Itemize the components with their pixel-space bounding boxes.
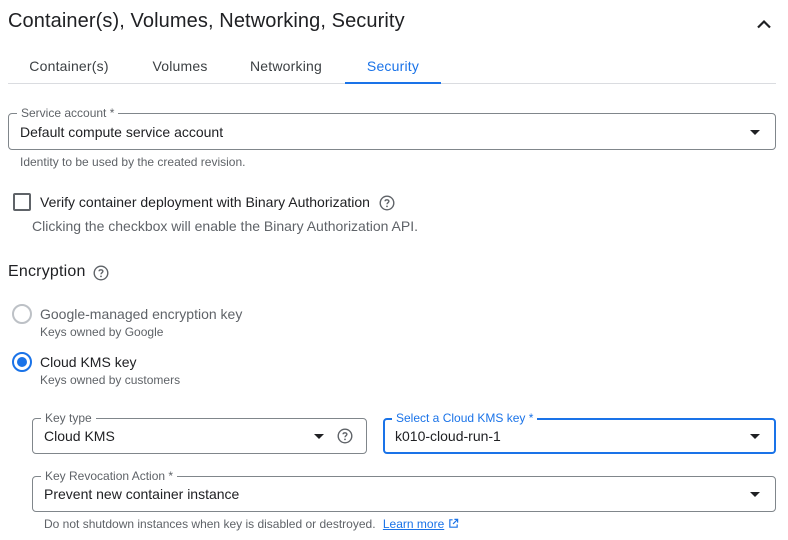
dropdown-arrow-icon [750,434,760,439]
key-type-value: Cloud KMS [44,428,115,444]
dropdown-arrow-icon [750,130,760,135]
cloud-kms-key-label: Cloud KMS key [40,354,137,370]
dropdown-arrow-icon [314,434,324,439]
tab-volumes[interactable]: Volumes [130,48,230,83]
service-account-hint: Identity to be used by the created revis… [20,155,246,169]
tab-networking[interactable]: Networking [230,48,342,83]
cloud-kms-key-sublabel: Keys owned by customers [40,373,181,387]
cloud-kms-key-radio[interactable] [12,352,32,372]
binary-authorization-checkbox[interactable] [13,193,31,211]
key-revocation-value: Prevent new container instance [44,486,240,502]
google-managed-key-radio[interactable] [12,304,32,324]
external-link-icon [448,518,458,528]
binary-authorization-hint: Clicking the checkbox will enable the Bi… [32,218,418,234]
service-account-value: Default compute service account [20,123,224,140]
key-type-help[interactable] [337,428,353,449]
cloud-kms-key-select[interactable]: Select a Cloud KMS key * k010-cloud-run-… [383,411,776,454]
encryption-heading: Encryption [8,263,86,280]
tab-bar: Container(s) Volumes Networking Security [8,48,776,84]
help-icon [379,195,395,211]
binary-authorization-help[interactable] [379,195,395,216]
help-icon [337,428,353,444]
help-icon [93,265,109,281]
chevron-up-icon [757,19,771,29]
key-revocation-select[interactable]: Key Revocation Action * Prevent new cont… [32,469,776,512]
section-title: Container(s), Volumes, Networking, Secur… [8,10,405,32]
cloud-kms-key-select-value: k010-cloud-run-1 [395,428,501,444]
service-account-select[interactable]: Service account * Default compute servic… [8,106,776,150]
encryption-help[interactable] [93,265,109,286]
key-type-select[interactable]: Key type Cloud KMS [32,411,367,454]
binary-authorization-label: Verify container deployment with Binary … [40,194,370,210]
learn-more-link[interactable]: Learn more [383,517,444,531]
tab-containers[interactable]: Container(s) [8,48,130,83]
google-managed-key-label: Google-managed encryption key [40,306,243,322]
collapse-button[interactable] [752,12,776,36]
key-revocation-hint-row: Do not shutdown instances when key is di… [44,517,459,531]
google-managed-key-sublabel: Keys owned by Google [40,325,164,339]
dropdown-arrow-icon [750,492,760,497]
key-revocation-hint: Do not shutdown instances when key is di… [44,517,376,531]
tab-security[interactable]: Security [345,48,441,84]
